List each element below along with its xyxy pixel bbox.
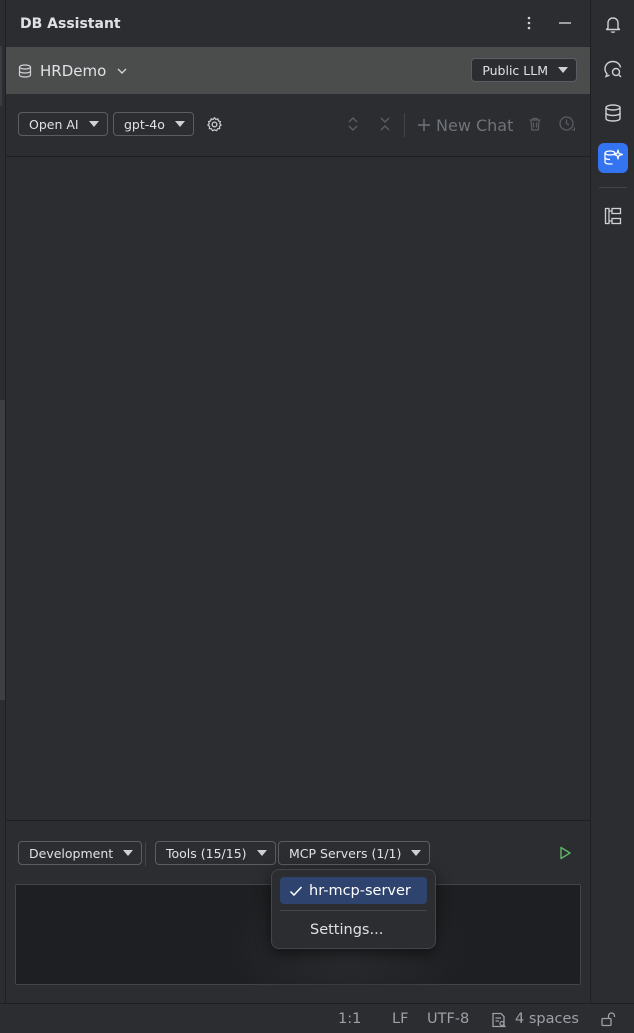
strip-separator — [599, 187, 627, 188]
editor-gutter-mark — [0, 46, 2, 106]
send-prompt-button[interactable] — [554, 842, 576, 864]
expand-icon — [348, 117, 358, 131]
structure-icon — [604, 207, 622, 225]
mcp-server-item-selected[interactable]: hr-mcp-server — [280, 877, 427, 904]
panel-title-bar: DB Assistant — [6, 0, 590, 47]
llm-mode-dropdown[interactable]: Public LLM — [471, 58, 577, 82]
delete-chat-button[interactable] — [524, 113, 546, 135]
db-assistant-icon — [604, 149, 624, 165]
database-icon — [605, 104, 621, 122]
chat-messages-area — [6, 158, 590, 820]
expand-all-button[interactable] — [342, 113, 364, 135]
tools-dropdown[interactable]: Tools (15/15) — [155, 841, 276, 865]
tools-label: Tools (15/15) — [166, 845, 247, 861]
model-dropdown[interactable]: gpt-4o — [113, 112, 194, 136]
llm-mode-label: Public LLM — [482, 62, 548, 78]
panel-title: DB Assistant — [20, 15, 121, 32]
editor-scrollbar[interactable] — [0, 400, 5, 700]
new-chat-label: New Chat — [436, 115, 514, 135]
database-bar: HRDemo Public LLM — [6, 47, 590, 94]
database-selector[interactable]: HRDemo — [40, 62, 106, 80]
mcp-settings-label: Settings... — [310, 922, 384, 938]
status-bar: 1:1 LF UTF-8 4 spaces — [0, 1003, 634, 1033]
environment-label: Development — [29, 845, 114, 861]
trash-icon — [529, 117, 541, 131]
bell-icon — [605, 17, 621, 33]
more-vertical-icon — [527, 16, 531, 30]
plus-icon — [418, 119, 430, 131]
environment-dropdown[interactable]: Development — [18, 841, 143, 865]
new-chat-button[interactable]: New Chat — [416, 113, 513, 137]
notifications-button[interactable] — [598, 9, 628, 39]
db-assistant-panel: DB Assistant HRDemo Public LLM Open AI g… — [6, 0, 590, 1003]
mcp-server-name: hr-mcp-server — [309, 882, 411, 899]
dropdown-arrow-icon — [256, 850, 267, 856]
database-tool-button[interactable] — [598, 98, 628, 128]
collapse-icon — [380, 117, 390, 131]
model-label: gpt-4o — [124, 116, 165, 132]
toolbar-separator — [145, 842, 146, 866]
model-settings-button[interactable] — [203, 113, 225, 135]
mcp-servers-popup: hr-mcp-server Settings... — [271, 869, 436, 949]
chat-search-icon — [604, 60, 622, 78]
dropdown-arrow-icon — [174, 121, 185, 127]
checkmark-icon — [289, 885, 303, 896]
provider-label: Open AI — [29, 116, 79, 132]
indent-settings-icon — [492, 1012, 506, 1028]
dropdown-arrow-icon — [558, 67, 568, 73]
mcp-servers-dropdown[interactable]: MCP Servers (1/1) — [278, 841, 431, 865]
popup-separator — [280, 910, 427, 911]
dropdown-arrow-icon — [88, 121, 99, 127]
minimize-button[interactable] — [554, 12, 576, 34]
database-stack-icon — [18, 63, 32, 78]
provider-dropdown[interactable]: Open AI — [18, 112, 108, 136]
collapse-all-button[interactable] — [374, 113, 396, 135]
structure-tool-button[interactable] — [598, 201, 628, 231]
chat-history-button[interactable] — [556, 113, 578, 135]
run-play-icon — [560, 846, 571, 860]
mcp-settings-item[interactable]: Settings... — [280, 917, 427, 943]
toolbar-separator — [404, 113, 405, 137]
dropdown-arrow-icon — [411, 850, 422, 856]
indent-setting[interactable]: 4 spaces — [515, 1011, 579, 1027]
gear-icon — [206, 116, 222, 131]
ai-chat-tool-button[interactable] — [598, 54, 628, 84]
history-clock-icon — [559, 116, 576, 131]
chevron-down-icon[interactable] — [116, 65, 128, 77]
db-assistant-tool-button[interactable] — [598, 143, 628, 173]
mcp-servers-label: MCP Servers (1/1) — [289, 845, 402, 861]
caret-position[interactable]: 1:1 — [338, 1011, 361, 1027]
file-encoding[interactable]: UTF-8 — [427, 1011, 469, 1027]
unlock-icon[interactable] — [600, 1011, 616, 1027]
right-tool-window-strip — [590, 0, 634, 1003]
chat-toolbar: Open AI gpt-4o New Chat — [6, 94, 590, 157]
minimize-icon — [559, 22, 571, 24]
more-options-button[interactable] — [518, 12, 540, 34]
dropdown-arrow-icon — [123, 850, 134, 856]
line-endings[interactable]: LF — [392, 1011, 408, 1027]
